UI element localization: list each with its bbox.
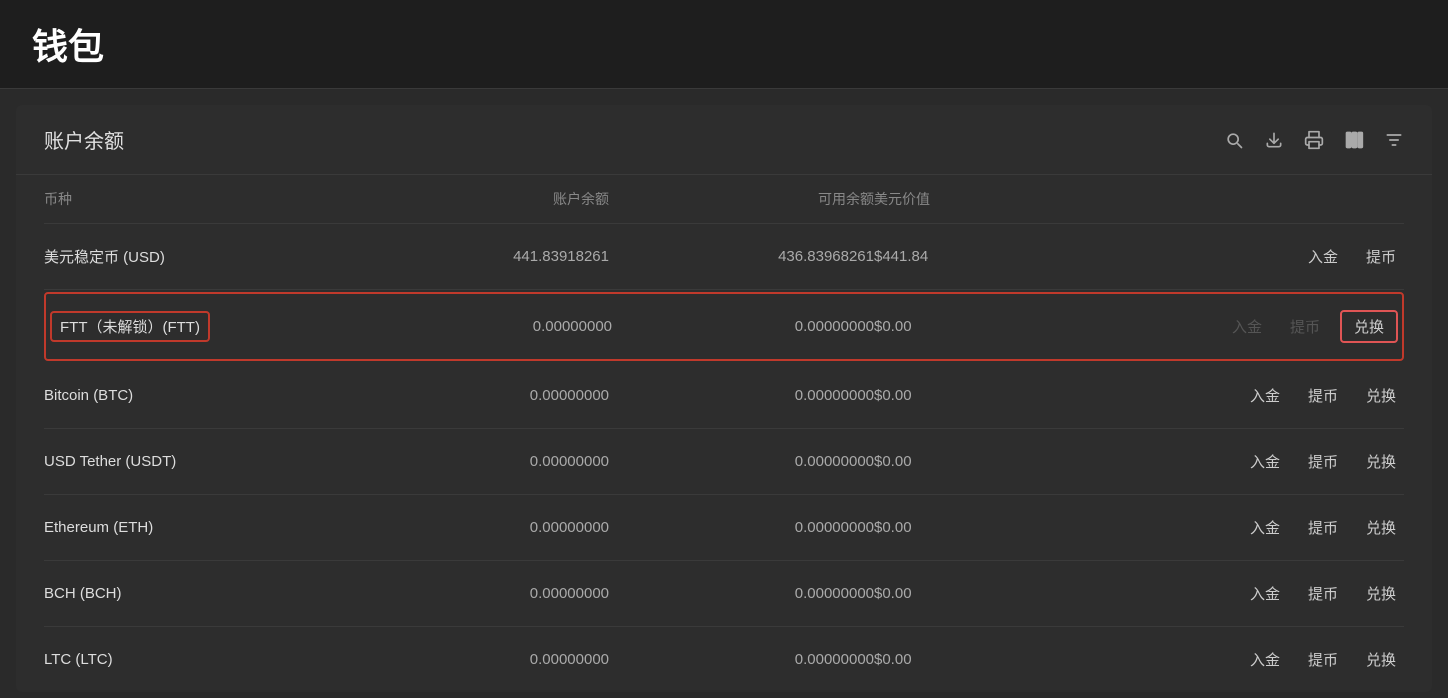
page-header: 钱包	[0, 0, 1448, 89]
deposit-button-usdt[interactable]: 入金	[1242, 447, 1288, 476]
withdraw-button-ftt: 提币	[1282, 312, 1328, 341]
table-row-eth: Ethereum (ETH) 0.00000000 0.00000000 $0.…	[44, 495, 1404, 561]
usd-value-ltc: $0.00	[874, 651, 1139, 668]
currency-name-usd: 美元稳定币 (USD)	[44, 246, 344, 267]
table-container: 币种 账户余额 可用余额 美元价值 美元稳定币 (USD) 441.839182…	[16, 175, 1432, 692]
balance-ltc: 0.00000000	[344, 651, 609, 668]
available-ltc: 0.00000000	[609, 651, 874, 668]
balance-usd: 441.83918261	[344, 248, 609, 265]
currency-name-eth: Ethereum (ETH)	[44, 519, 344, 536]
withdraw-button-usdt[interactable]: 提币	[1300, 447, 1346, 476]
actions-usdt: 入金 提币 兑换	[1139, 447, 1404, 476]
withdraw-button-eth[interactable]: 提币	[1300, 513, 1346, 542]
deposit-button-btc[interactable]: 入金	[1242, 381, 1288, 410]
exchange-button-ltc[interactable]: 兑换	[1358, 645, 1404, 674]
filter-icon[interactable]	[1384, 130, 1404, 150]
exchange-button-eth[interactable]: 兑换	[1358, 513, 1404, 542]
deposit-button-ltc[interactable]: 入金	[1242, 645, 1288, 674]
columns-icon[interactable]	[1344, 130, 1364, 150]
balance-bch: 0.00000000	[344, 585, 609, 602]
available-usdt: 0.00000000	[609, 453, 874, 470]
actions-usd: 入金 提币	[1139, 242, 1404, 271]
table-row-ftt: FTT（未解锁）(FTT) 0.00000000 0.00000000 $0.0…	[44, 292, 1404, 361]
section-header: 账户余额	[16, 105, 1432, 175]
usd-value-usd: $441.84	[874, 248, 1139, 265]
table-row: 美元稳定币 (USD) 441.83918261 436.83968261 $4…	[44, 224, 1404, 290]
exchange-button-btc[interactable]: 兑换	[1358, 381, 1404, 410]
col-header-actions	[1139, 189, 1404, 209]
currency-name-btc: Bitcoin (BTC)	[44, 387, 344, 404]
exchange-button-bch[interactable]: 兑换	[1358, 579, 1404, 608]
actions-bch: 入金 提币 兑换	[1139, 579, 1404, 608]
currency-name-ftt: FTT（未解锁）(FTT)	[50, 311, 350, 342]
available-btc: 0.00000000	[609, 387, 874, 404]
print-icon[interactable]	[1304, 130, 1324, 150]
actions-eth: 入金 提币 兑换	[1139, 513, 1404, 542]
section-title: 账户余额	[44, 125, 124, 154]
deposit-button-eth[interactable]: 入金	[1242, 513, 1288, 542]
withdraw-button-ltc[interactable]: 提币	[1300, 645, 1346, 674]
table-row-btc: Bitcoin (BTC) 0.00000000 0.00000000 $0.0…	[44, 363, 1404, 429]
withdraw-button-btc[interactable]: 提币	[1300, 381, 1346, 410]
available-bch: 0.00000000	[609, 585, 874, 602]
usd-value-ftt: $0.00	[874, 318, 1136, 335]
currency-name-ltc: LTC (LTC)	[44, 651, 344, 668]
balance-usdt: 0.00000000	[344, 453, 609, 470]
search-icon[interactable]	[1224, 130, 1244, 150]
col-header-available: 可用余额	[609, 189, 874, 209]
balance-eth: 0.00000000	[344, 519, 609, 536]
currency-name-usdt: USD Tether (USDT)	[44, 453, 344, 470]
withdraw-button-usd[interactable]: 提币	[1358, 242, 1404, 271]
col-header-usd: 美元价值	[874, 189, 1139, 209]
main-content: 账户余额	[16, 105, 1432, 692]
table-row-bch: BCH (BCH) 0.00000000 0.00000000 $0.00 入金…	[44, 561, 1404, 627]
table-row-ltc: LTC (LTC) 0.00000000 0.00000000 $0.00 入金…	[44, 627, 1404, 692]
available-ftt: 0.00000000	[612, 318, 874, 335]
currency-name-bch: BCH (BCH)	[44, 585, 344, 602]
toolbar-icons	[1224, 130, 1404, 150]
deposit-button-usd[interactable]: 入金	[1300, 242, 1346, 271]
balance-ftt: 0.00000000	[350, 318, 612, 335]
col-header-currency: 币种	[44, 189, 344, 209]
exchange-button-usdt[interactable]: 兑换	[1358, 447, 1404, 476]
usd-value-bch: $0.00	[874, 585, 1139, 602]
deposit-button-ftt: 入金	[1224, 312, 1270, 341]
actions-btc: 入金 提币 兑换	[1139, 381, 1404, 410]
usd-value-eth: $0.00	[874, 519, 1139, 536]
usd-value-usdt: $0.00	[874, 453, 1139, 470]
col-header-balance: 账户余额	[344, 189, 609, 209]
actions-ltc: 入金 提币 兑换	[1139, 645, 1404, 674]
table-row-usdt: USD Tether (USDT) 0.00000000 0.00000000 …	[44, 429, 1404, 495]
balance-btc: 0.00000000	[344, 387, 609, 404]
download-icon[interactable]	[1264, 130, 1284, 150]
withdraw-button-bch[interactable]: 提币	[1300, 579, 1346, 608]
available-eth: 0.00000000	[609, 519, 874, 536]
table-column-headers: 币种 账户余额 可用余额 美元价值	[44, 175, 1404, 224]
page-title: 钱包	[32, 18, 1416, 70]
available-usd: 436.83968261	[609, 248, 874, 265]
actions-ftt: 入金 提币 兑换	[1136, 310, 1398, 343]
deposit-button-bch[interactable]: 入金	[1242, 579, 1288, 608]
usd-value-btc: $0.00	[874, 387, 1139, 404]
exchange-button-ftt[interactable]: 兑换	[1340, 310, 1398, 343]
